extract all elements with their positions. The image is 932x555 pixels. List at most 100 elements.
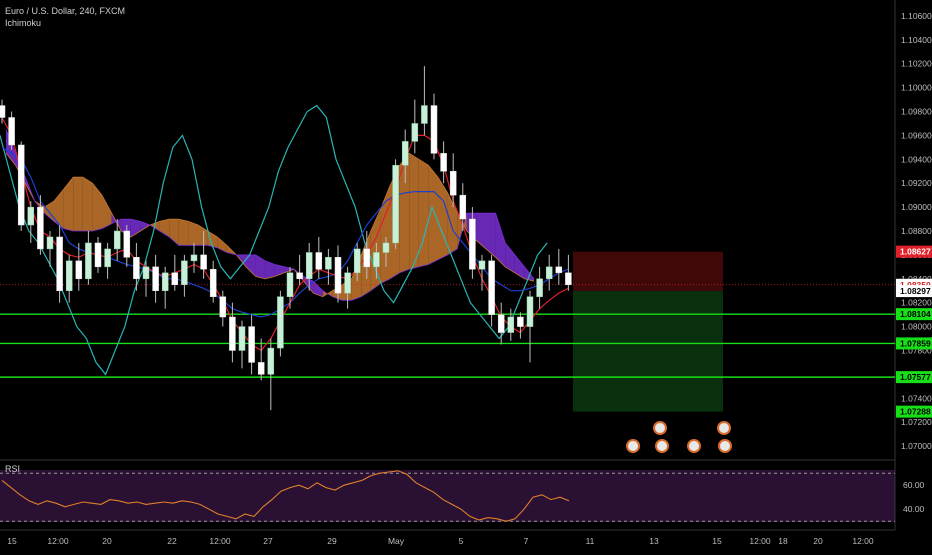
price-tick-label: 1.07200 [901, 417, 932, 427]
candle-bullish [507, 316, 515, 333]
event-flag-icon[interactable] [655, 439, 669, 453]
price-badge-label: 1.08104 [900, 309, 931, 319]
candle-bullish [382, 242, 390, 253]
event-flag-icon[interactable] [626, 439, 640, 453]
candle-bearish [334, 257, 342, 294]
candle-bullish [411, 123, 419, 142]
time-tick-label: 15 [712, 536, 722, 546]
time-tick-label: 15 [7, 536, 17, 546]
candle-bearish [449, 171, 457, 196]
price-tick-label: 1.10600 [901, 11, 932, 21]
candle-bearish [123, 230, 131, 258]
candle-bearish [517, 316, 524, 327]
candle-bullish [421, 105, 428, 124]
candle-bearish [469, 218, 476, 270]
cloud-segment-bullish [178, 219, 189, 246]
price-badge-label: 1.08627 [900, 247, 931, 257]
event-flag-icon[interactable] [717, 421, 731, 435]
time-tick-label: 12:00 [749, 536, 771, 546]
stop-loss-zone[interactable] [573, 251, 723, 292]
candle-bearish [75, 260, 83, 280]
time-tick-label: 5 [459, 536, 464, 546]
price-tick-label: 1.10200 [901, 59, 932, 69]
candle-bullish [190, 254, 198, 262]
candle-bullish [27, 206, 35, 226]
cloud-segment-bullish [418, 159, 429, 267]
event-flag-icon[interactable] [718, 439, 732, 453]
time-tick-label: 12:00 [209, 536, 231, 546]
price-tick-label: 1.08000 [901, 322, 932, 332]
candle-bullish [478, 260, 486, 270]
price-badge-label: 1.07288 [900, 407, 931, 417]
candle-bearish [133, 257, 140, 280]
price-tick-label: 1.09800 [901, 107, 932, 117]
time-tick-label: 12:00 [852, 536, 874, 546]
candle-bullish [305, 252, 313, 280]
rsi-tick-label: 40.00 [903, 504, 925, 514]
price-badge-label: 1.08297 [900, 286, 931, 296]
candle-bullish [85, 242, 92, 280]
chart-root[interactable]: 1.10600 1.10400 1.10200 1.10000 1.09800 1.096… [0, 0, 932, 550]
price-tick-label: 1.09600 [901, 130, 932, 140]
candle-bullish [545, 266, 553, 280]
candle-bearish [152, 266, 159, 291]
price-tick-label: 1.09200 [901, 178, 932, 188]
cloud-segment-bullish [82, 177, 93, 231]
time-tick-label: 13 [649, 536, 659, 546]
price-tick-label: 1.10000 [901, 83, 932, 93]
take-profit-zone[interactable] [573, 291, 723, 412]
candle-bullish [325, 257, 332, 270]
candle-bullish [344, 272, 351, 294]
price-badge-label: 1.07577 [900, 372, 931, 382]
candle-bearish [229, 316, 236, 351]
event-flag-icon[interactable] [687, 439, 701, 453]
indicator-label[interactable]: Ichimoku [5, 18, 41, 28]
price-tick-label: 1.09000 [901, 202, 932, 212]
candle-bearish [8, 117, 15, 146]
candle-bearish [315, 252, 323, 270]
candle-bullish [113, 230, 121, 250]
candle-bearish [497, 314, 505, 333]
candle-bullish [392, 165, 399, 244]
candle-bearish [555, 266, 563, 274]
candle-bearish [209, 268, 217, 297]
candle-bearish [37, 206, 44, 250]
candle-bullish [373, 252, 380, 268]
candle-bullish [142, 266, 150, 280]
candle-bullish [267, 347, 275, 375]
chart-canvas[interactable]: 1.10600 1.10400 1.10200 1.10000 1.09800 1.096… [0, 0, 932, 550]
candle-bullish [277, 296, 284, 349]
candle-bearish [488, 260, 495, 315]
candle-bullish [65, 260, 73, 291]
time-tick-label: 18 [778, 536, 788, 546]
time-tick-label: 12:00 [47, 536, 69, 546]
candle-bearish [459, 194, 467, 220]
candle-bearish [565, 272, 572, 286]
time-tick-label: 29 [327, 536, 337, 546]
cloud-segment-bullish [188, 221, 198, 246]
time-tick-label: May [388, 536, 405, 546]
candle-bearish [200, 254, 207, 270]
price-badge-label: 1.07859 [900, 338, 931, 348]
time-tick-label: 7 [524, 536, 529, 546]
candle-bearish [219, 296, 227, 318]
time-tick-label: 27 [263, 536, 273, 546]
cloud-segment-bullish [409, 153, 419, 270]
event-flag-icon[interactable] [653, 421, 667, 435]
symbol-title[interactable]: Euro / U.S. Dollar, 240, FXCM [5, 6, 125, 16]
candle-bearish [56, 236, 63, 291]
rsi-pane-band [0, 470, 895, 522]
rsi-label[interactable]: RSI [5, 464, 20, 474]
candle-bullish [536, 278, 543, 297]
price-tick-label: 1.10400 [901, 35, 932, 45]
time-tick-label: 20 [102, 536, 112, 546]
time-tick-label: 20 [813, 536, 823, 546]
candle-bullish [104, 248, 111, 268]
candle-bearish [363, 248, 371, 268]
candle-bullish [238, 326, 246, 351]
chart-background [0, 0, 932, 550]
position-tool[interactable] [573, 251, 723, 412]
price-tick-label: 1.09400 [901, 154, 932, 164]
time-tick-label: 22 [167, 536, 177, 546]
price-tick-label: 1.08800 [901, 226, 932, 236]
